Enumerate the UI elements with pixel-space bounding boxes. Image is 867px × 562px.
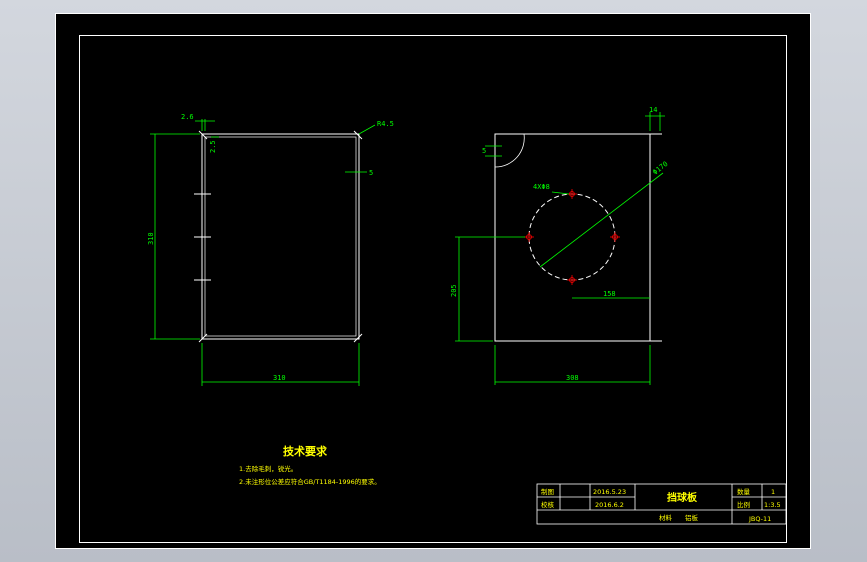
- dim-left-width: 310: [273, 374, 286, 382]
- dim-side: 5: [369, 169, 373, 177]
- left-view: [194, 130, 363, 343]
- tb-check-date: 2016.6.2: [595, 501, 624, 509]
- notes-line-1: 1.去除毛刺，锐光。: [239, 464, 297, 473]
- tb-check-label: 校核: [541, 500, 555, 509]
- diameter-line: [539, 172, 664, 268]
- dim-offset: 158: [603, 290, 616, 298]
- tb-drawing-no: JBQ-11: [748, 515, 771, 523]
- dim-left-height: 310: [147, 232, 155, 245]
- tb-qty-label: 数量: [737, 487, 751, 496]
- tb-drawn-label: 制图: [541, 487, 554, 496]
- corner-mark: [198, 333, 208, 343]
- dim-diameter: Φ170: [651, 160, 669, 177]
- tb-drawn-date: 2016.5.23: [593, 488, 626, 496]
- notes-title: 技术要求: [283, 444, 328, 458]
- dim-right-height: 205: [450, 284, 458, 297]
- tb-scale-label: 比例: [737, 500, 750, 509]
- tb-material-value: 铝板: [685, 513, 699, 522]
- outer-frame: [55, 13, 811, 549]
- notes-line-2: 2.未注形位公差应符合GB/T1184-1996的要求。: [239, 477, 381, 486]
- left-view-inner-outline: [204, 136, 357, 337]
- drawing-canvas: 2.6 2.5 310 310 R4.5 5 14 5 4XΦ8 Φ170 15…: [55, 13, 811, 549]
- tb-scale-value: 1:3.5: [764, 501, 781, 509]
- tb-part-name: 挡球板: [667, 491, 698, 504]
- large-cutout-circle: [528, 193, 616, 281]
- left-view-dimensions: 2.6 2.5 310 310 R4.5 5: [147, 113, 394, 386]
- corner-mark: [353, 130, 363, 140]
- tb-qty-value: 1: [771, 488, 775, 496]
- dim-left-side: 5: [482, 147, 486, 155]
- corner-mark: [353, 333, 363, 343]
- corner-relief-arc: [494, 133, 525, 168]
- drawing-sheet: 2.6 2.5 310 310 R4.5 5 14 5 4XΦ8 Φ170 15…: [55, 13, 811, 549]
- left-view-outline: [201, 133, 360, 340]
- dim-top-small: 2.6: [181, 113, 194, 121]
- title-block-text: 制图 2016.5.23 校核 2016.6.2 挡球板 数量 1 比例 1:3…: [541, 487, 781, 523]
- right-view-dimensions: 14 5 4XΦ8 Φ170 158 205 308: [450, 106, 670, 385]
- leader-line: [551, 191, 570, 195]
- dim-holes: 4XΦ8: [533, 183, 550, 191]
- technical-notes: 技术要求 1.去除毛刺，锐光。 2.未注形位公差应符合GB/T1184-1996…: [239, 444, 381, 486]
- dim-inner-small: 2.5: [209, 140, 217, 153]
- mounting-holes: [524, 189, 620, 285]
- dim-top-right: 14: [649, 106, 657, 114]
- tb-material-label: 材料: [659, 513, 673, 522]
- inner-frame: [79, 35, 787, 543]
- dim-corner-radius: R4.5: [377, 120, 394, 128]
- leader-line: [358, 124, 376, 135]
- cad-viewport: 2.6 2.5 310 310 R4.5 5 14 5 4XΦ8 Φ170 15…: [0, 0, 867, 562]
- right-view-outline: [494, 133, 651, 342]
- corner-mark: [198, 130, 208, 140]
- dim-right-width: 308: [566, 374, 579, 382]
